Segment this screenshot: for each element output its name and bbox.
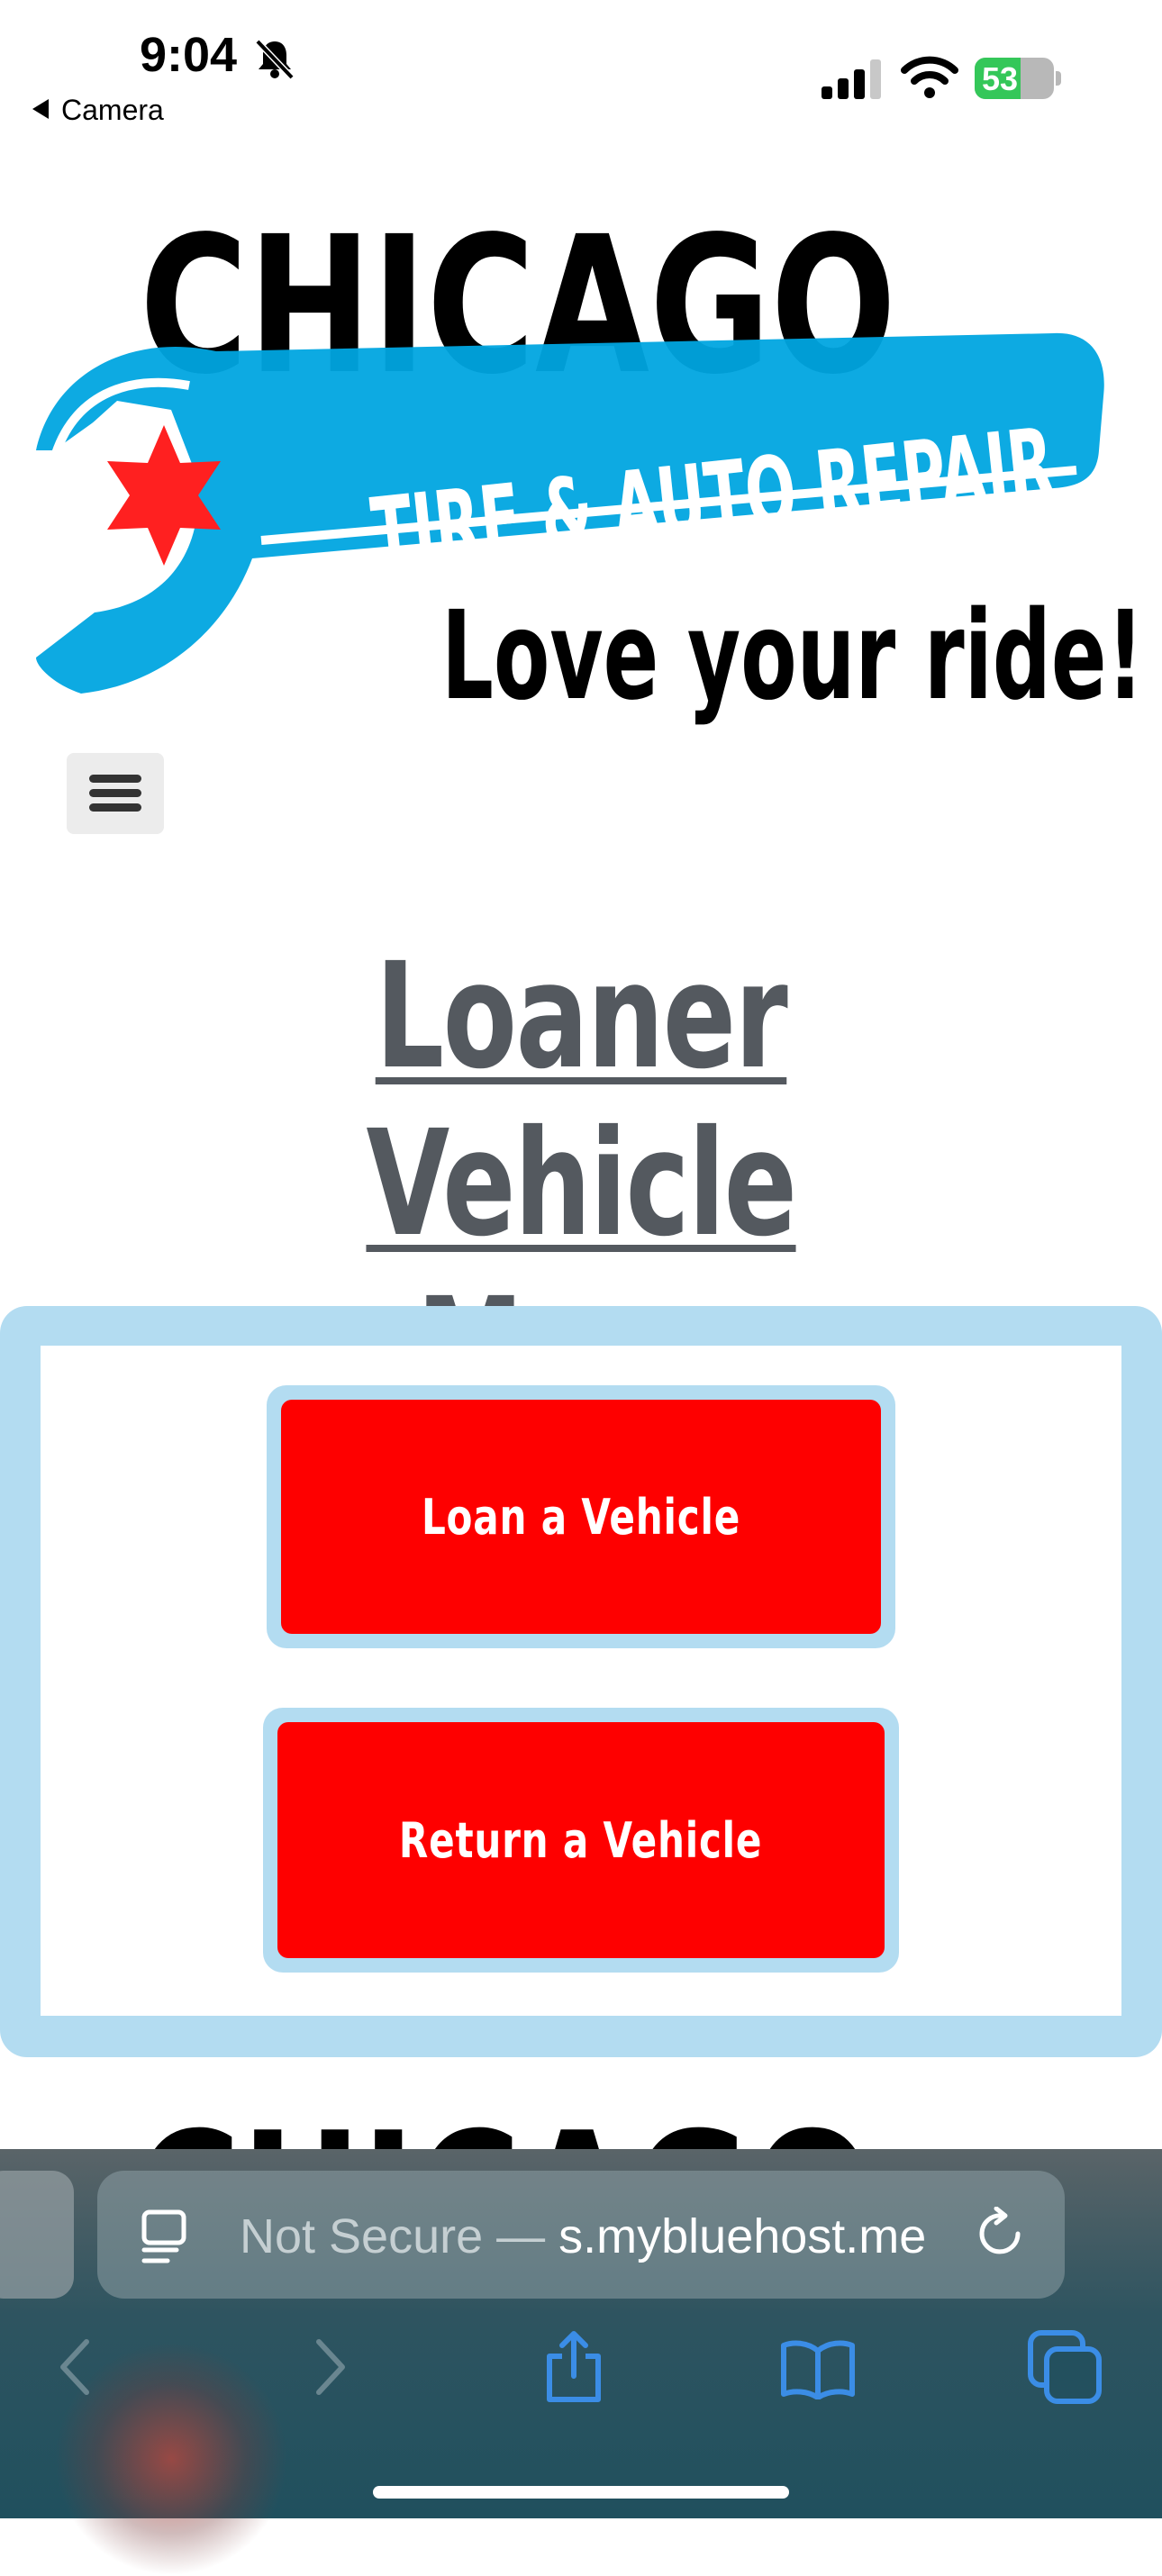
chicago-tire-logo: CHICAGO TIRE & AUTO REPAIR Love your rid… (36, 195, 1144, 728)
battery-icon: 53 (975, 58, 1061, 99)
share-icon[interactable] (542, 2329, 605, 2405)
back-to-camera-link[interactable]: Camera (32, 94, 164, 127)
page-title-line1: Loaner Vehicle (366, 932, 797, 1269)
back-chevron-icon[interactable] (58, 2338, 94, 2396)
logo-tagline-text: Love your ride! (441, 585, 1144, 728)
url-host: s.mybluehost.me (558, 2209, 927, 2263)
bookmarks-icon[interactable] (780, 2338, 856, 2399)
wifi-icon (901, 56, 958, 98)
return-vehicle-label: Return a Vehicle (399, 1811, 763, 1869)
footer-logo-text: CHICAGO (135, 2094, 874, 2153)
previous-tab-pill[interactable] (0, 2171, 74, 2299)
tabs-icon[interactable] (1027, 2329, 1103, 2405)
hamburger-icon (89, 775, 141, 783)
status-time: 9:04 (140, 28, 238, 82)
footer-logo-peek: CHICAGO (135, 2090, 910, 2153)
back-arrow-icon (32, 99, 49, 119)
hamburger-icon-bar (89, 803, 141, 812)
battery-level: 53 (982, 60, 1019, 97)
return-vehicle-button[interactable]: Return a Vehicle (277, 1722, 885, 1958)
loan-vehicle-label: Loan a Vehicle (421, 1488, 741, 1546)
security-warning-label: Not Secure — (240, 2209, 559, 2263)
home-indicator[interactable] (373, 2486, 789, 2499)
page-menu-icon[interactable] (141, 2209, 191, 2266)
return-button-frame: Return a Vehicle (263, 1708, 899, 1973)
loan-vehicle-button[interactable]: Loan a Vehicle (281, 1400, 881, 1634)
bell-slash-icon (255, 39, 295, 80)
hamburger-icon-bar (89, 789, 141, 797)
back-app-label: Camera (61, 94, 164, 126)
address-text[interactable]: Not Secure — s.mybluehost.me (240, 2209, 926, 2264)
forward-chevron-icon[interactable] (312, 2338, 348, 2396)
cellular-signal-icon (822, 59, 881, 99)
loan-button-frame: Loan a Vehicle (267, 1385, 895, 1648)
reload-icon[interactable] (975, 2207, 1029, 2263)
menu-toggle-button[interactable] (67, 753, 164, 834)
